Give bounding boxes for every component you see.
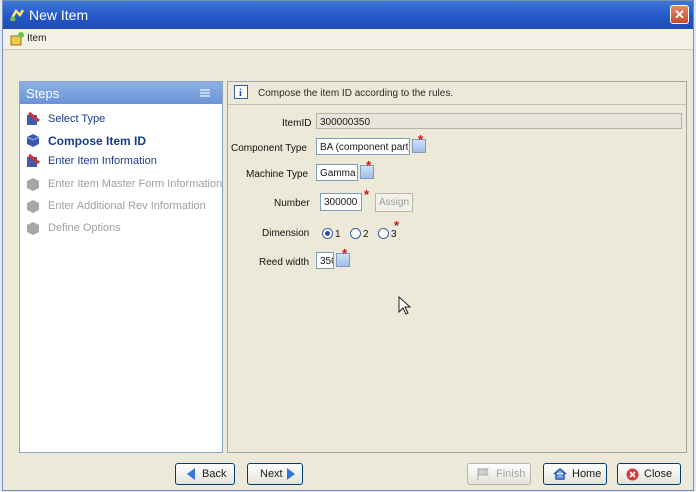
arrow-right-icon xyxy=(287,468,295,480)
menu-item-item[interactable]: Item xyxy=(27,33,46,44)
collapse-icon[interactable] xyxy=(200,88,210,98)
home-icon xyxy=(553,468,567,480)
dimension-option-2: 2 xyxy=(363,229,369,240)
required-marker: * xyxy=(394,218,400,233)
step-label: Enter Item Master Form Information xyxy=(48,178,223,190)
info-bar: i Compose the item ID according to the r… xyxy=(228,82,686,105)
close-button[interactable]: Close xyxy=(617,463,681,485)
info-icon: i xyxy=(234,85,248,99)
required-marker: * xyxy=(364,187,370,202)
new-item-app-icon xyxy=(9,8,25,22)
dimension-radio-1[interactable] xyxy=(322,228,333,239)
dimension-radio-3[interactable] xyxy=(378,228,389,239)
close-window-icon[interactable]: ✕ xyxy=(670,5,689,24)
mouse-cursor-icon xyxy=(398,296,412,315)
item-id-field: 300000350 xyxy=(316,113,682,129)
steps-title: Steps xyxy=(26,86,60,101)
required-marker: * xyxy=(418,132,424,147)
reed-width-select[interactable]: 350 xyxy=(316,252,334,269)
svg-text:i: i xyxy=(239,88,242,99)
arrow-left-icon xyxy=(187,468,195,480)
dimension-radio-2[interactable] xyxy=(350,228,361,239)
title-bar: New Item ✕ xyxy=(3,1,693,29)
step-pending-icon xyxy=(27,200,39,213)
close-label: Close xyxy=(644,468,673,480)
step-label: Select Type xyxy=(48,113,106,125)
machine-type-label: Machine Type xyxy=(246,169,309,180)
menu-bar: Item xyxy=(3,29,693,50)
step-done-icon xyxy=(27,154,40,167)
back-button[interactable]: Back xyxy=(175,463,235,485)
finish-button[interactable]: Finish xyxy=(467,463,531,485)
reed-width-label: Reed width xyxy=(259,257,310,268)
number-input[interactable]: 300000 xyxy=(320,193,362,211)
step-label: Define Options xyxy=(48,222,121,234)
item-id-label: ItemID xyxy=(282,118,312,129)
required-marker: * xyxy=(366,158,372,173)
window-title: New Item xyxy=(29,7,89,23)
component-type-select[interactable]: BA (component part) xyxy=(316,138,410,155)
step-label: Enter Additional Rev Information xyxy=(48,200,206,212)
assign-button[interactable]: Assign xyxy=(375,193,414,212)
step-label: Compose Item ID xyxy=(48,134,147,148)
item-icon xyxy=(10,32,24,46)
dimension-option-1: 1 xyxy=(335,229,341,240)
number-label: Number xyxy=(274,198,310,209)
info-message: Compose the item ID according to the rul… xyxy=(258,88,454,99)
next-label: Next xyxy=(260,468,283,480)
step-pending-icon xyxy=(27,178,39,191)
flag-icon xyxy=(477,468,489,480)
finish-label: Finish xyxy=(496,468,526,480)
component-type-label: Component Type xyxy=(231,143,307,154)
dimension-label: Dimension xyxy=(262,228,310,239)
steps-panel: Steps Select Type Compose Item ID Enter … xyxy=(19,81,223,453)
footer-bar: Back Next Finish Home Close xyxy=(3,459,693,492)
step-current-icon xyxy=(26,134,40,147)
new-item-dialog: New Item ✕ Item Steps Select Type Compos… xyxy=(2,0,694,491)
home-button[interactable]: Home xyxy=(543,463,607,485)
machine-type-select[interactable]: Gamma xyxy=(316,164,358,181)
step-label: Enter Item Information xyxy=(48,155,157,167)
close-icon xyxy=(626,468,639,481)
step-pending-icon xyxy=(27,222,39,235)
home-label: Home xyxy=(572,468,602,480)
compose-item-id-panel: i Compose the item ID according to the r… xyxy=(227,81,687,453)
back-label: Back xyxy=(202,468,227,480)
next-button[interactable]: Next xyxy=(247,463,303,485)
steps-header: Steps xyxy=(20,82,222,104)
required-marker: * xyxy=(342,246,348,261)
step-done-icon xyxy=(27,112,40,125)
